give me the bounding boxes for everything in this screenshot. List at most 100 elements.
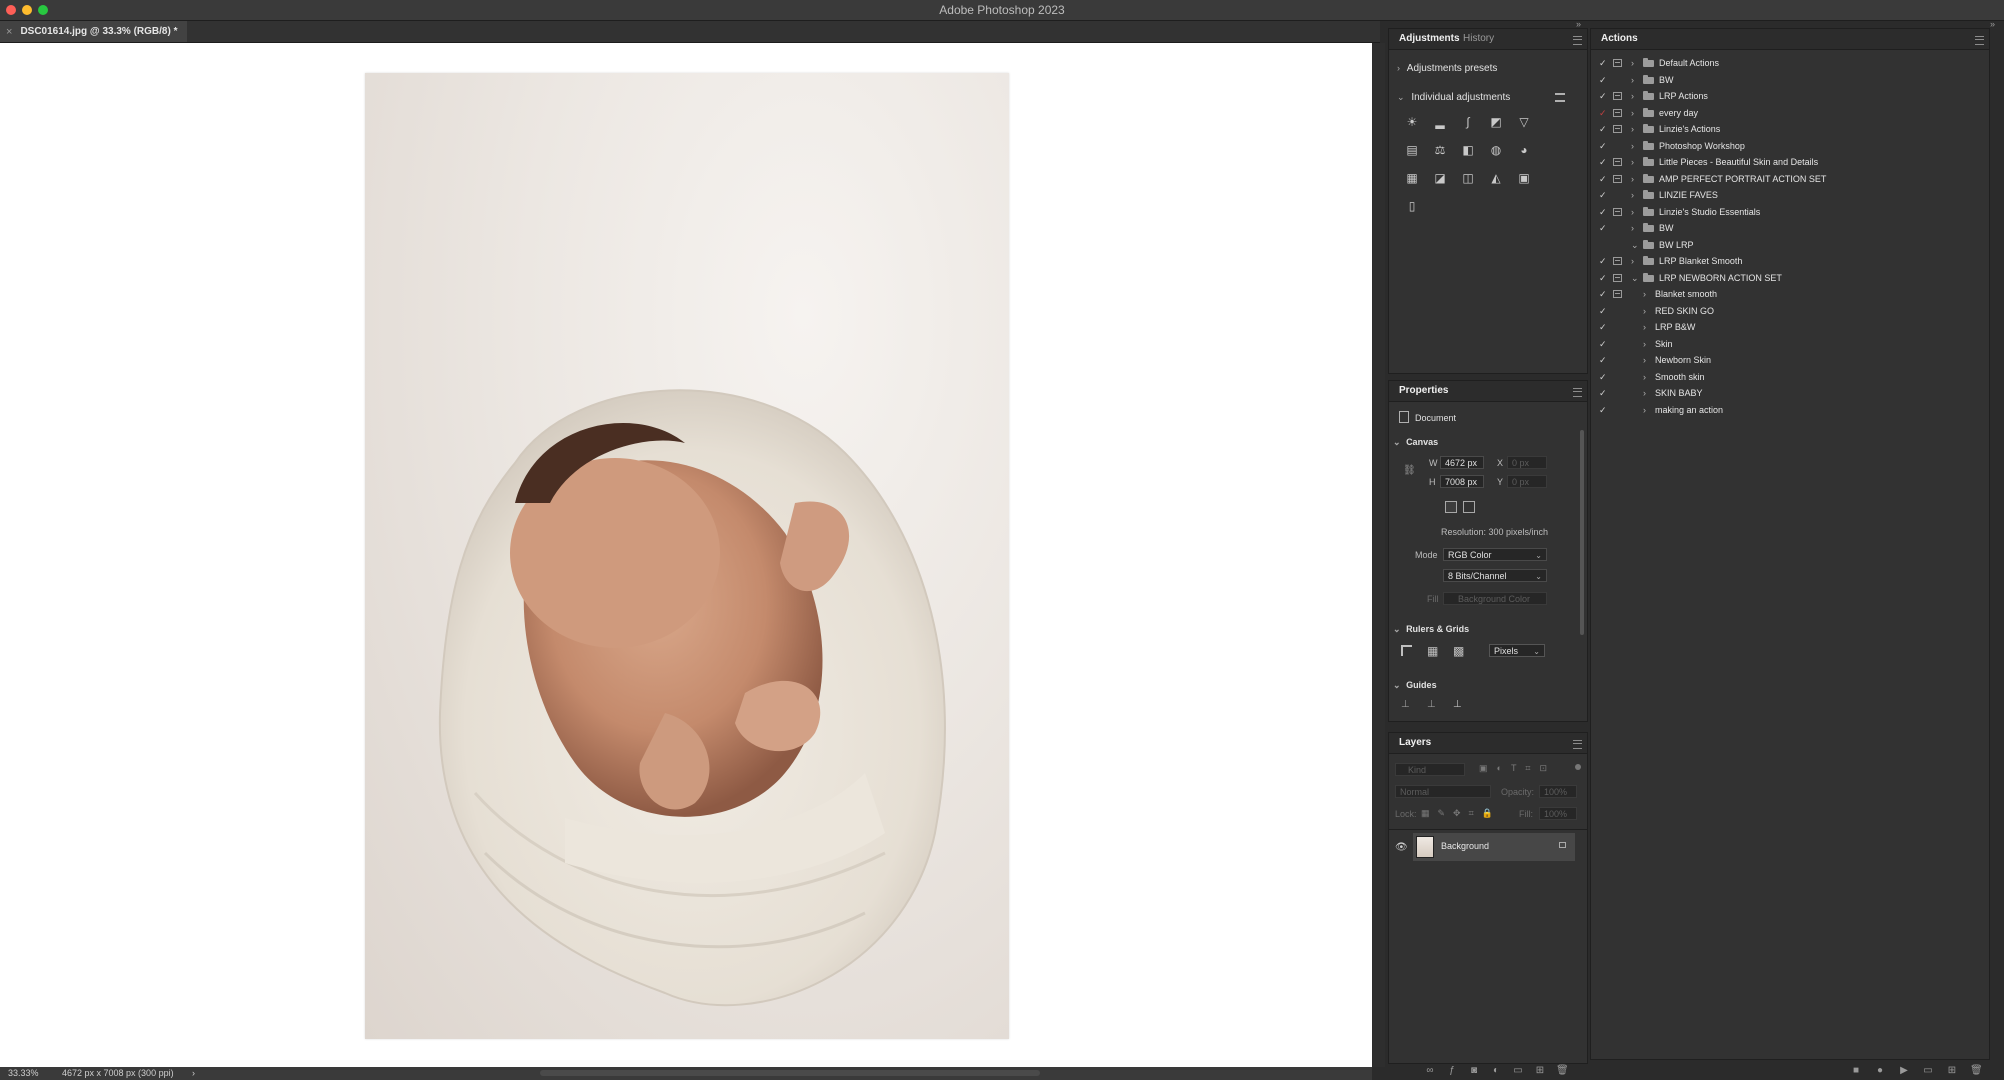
toggle-checkmark-icon[interactable]: ✓ bbox=[1599, 121, 1607, 137]
chevron-right-icon[interactable]: › bbox=[1643, 385, 1646, 401]
tab-history[interactable]: History bbox=[1457, 29, 1500, 49]
curves-icon[interactable]: ∫ bbox=[1461, 115, 1475, 129]
height-field[interactable]: 7008 px bbox=[1440, 475, 1484, 488]
dialog-toggle-icon[interactable] bbox=[1613, 108, 1622, 117]
layer-visibility-eye-icon[interactable]: 👁 bbox=[1395, 842, 1408, 853]
dialog-toggle-icon[interactable] bbox=[1613, 125, 1622, 133]
stop-icon[interactable]: ■ bbox=[1850, 1066, 1862, 1076]
actions-title[interactable]: Actions bbox=[1595, 29, 1644, 49]
rulers-grids-section-header[interactable]: ⌄ Rulers & Grids bbox=[1393, 624, 1469, 635]
document-tab[interactable]: × DSC01614.jpg @ 33.3% (RGB/8) * bbox=[0, 21, 188, 42]
action-set-row[interactable]: ✓ › BW bbox=[1591, 72, 1987, 88]
dialog-toggle-icon[interactable] bbox=[1613, 207, 1622, 216]
action-row[interactable]: ✓ › RED SKIN GO bbox=[1591, 303, 1987, 319]
close-tab-icon[interactable]: × bbox=[6, 26, 12, 38]
threshold-icon[interactable]: ◭ bbox=[1489, 171, 1503, 185]
chevron-right-icon[interactable]: › bbox=[1631, 55, 1634, 71]
action-set-row[interactable]: ✓ › Linzie's Studio Essentials bbox=[1591, 204, 1987, 220]
toggle-checkmark-icon[interactable]: ✓ bbox=[1599, 303, 1607, 319]
lock-icons[interactable]: ▦✎✥⌗🔒 bbox=[1421, 808, 1501, 819]
opacity-field[interactable]: 100% bbox=[1539, 785, 1577, 798]
toggle-checkmark-icon[interactable]: ✓ bbox=[1599, 55, 1607, 71]
panel-menu-icon[interactable] bbox=[1573, 36, 1582, 45]
action-set-row[interactable]: ✓ › every day bbox=[1591, 105, 1987, 121]
color-lookup-icon[interactable]: ▦ bbox=[1405, 171, 1419, 185]
chevron-right-icon[interactable]: › bbox=[1631, 72, 1634, 88]
guide-layout-icon[interactable]: ⊥ bbox=[1453, 699, 1462, 710]
chevron-right-icon[interactable]: › bbox=[1643, 336, 1646, 352]
new-set-folder-icon[interactable]: ▭ bbox=[1922, 1066, 1934, 1076]
layer-kind-filter[interactable]: Kind bbox=[1395, 763, 1465, 776]
toggle-checkmark-icon[interactable]: ✓ bbox=[1599, 154, 1607, 170]
canvas-section-header[interactable]: ⌄ Canvas bbox=[1393, 437, 1438, 448]
zoom-level[interactable]: 33.33% bbox=[8, 1068, 39, 1078]
action-set-row[interactable]: ✓ › Linzie's Actions bbox=[1591, 121, 1987, 137]
document-image[interactable] bbox=[365, 73, 1009, 1039]
list-view-icon[interactable] bbox=[1555, 93, 1565, 102]
trash-icon[interactable]: 🗑 bbox=[1970, 1066, 1983, 1076]
portrait-orientation-icon[interactable] bbox=[1445, 501, 1457, 513]
action-set-row[interactable]: ✓ › LRP Blanket Smooth bbox=[1591, 253, 1987, 269]
layers-title[interactable]: Layers bbox=[1393, 733, 1437, 753]
action-set-row[interactable]: ⌄ BW LRP bbox=[1591, 237, 1987, 253]
layer-row-background[interactable]: Background bbox=[1413, 833, 1575, 861]
action-row[interactable]: ✓ › SKIN BABY bbox=[1591, 385, 1987, 401]
chevron-right-icon[interactable]: › bbox=[1643, 319, 1646, 335]
collapse-panels-icon[interactable]: » bbox=[1576, 19, 1581, 29]
adjustments-presets-row[interactable]: › Adjustments presets bbox=[1397, 63, 1497, 74]
fill-select[interactable]: Background Color bbox=[1443, 592, 1547, 605]
toggle-checkmark-icon[interactable]: ✓ bbox=[1599, 319, 1607, 335]
action-row[interactable]: ✓ › Skin bbox=[1591, 336, 1987, 352]
layer-name[interactable]: Background bbox=[1441, 841, 1489, 851]
landscape-orientation-icon[interactable] bbox=[1463, 501, 1475, 513]
toggle-checkmark-icon[interactable]: ✓ bbox=[1599, 402, 1607, 418]
black-white-icon[interactable]: ◧ bbox=[1461, 143, 1475, 157]
canvas-area[interactable] bbox=[0, 43, 1372, 1067]
x-field[interactable]: 0 px bbox=[1507, 456, 1547, 469]
dialog-toggle-icon[interactable] bbox=[1613, 158, 1622, 166]
panel-menu-icon[interactable] bbox=[1573, 388, 1582, 397]
chevron-right-icon[interactable]: › bbox=[1643, 286, 1646, 302]
exposure-icon[interactable]: ◩ bbox=[1489, 115, 1503, 129]
pixel-grid-icon[interactable]: ▩ bbox=[1453, 645, 1464, 657]
play-icon[interactable]: ▶ bbox=[1898, 1066, 1910, 1076]
action-set-row[interactable]: ✓ › Little Pieces - Beautiful Skin and Det… bbox=[1591, 154, 1987, 170]
dialog-toggle-icon[interactable] bbox=[1613, 290, 1622, 298]
toggle-checkmark-icon[interactable]: ✓ bbox=[1599, 72, 1607, 88]
adjustment-layer-icon[interactable]: ◐ bbox=[1490, 1066, 1502, 1076]
filter-toggle-icon[interactable] bbox=[1575, 764, 1581, 770]
chevron-down-icon[interactable]: ⌄ bbox=[1631, 270, 1639, 286]
chevron-right-icon[interactable]: › bbox=[1631, 171, 1634, 187]
tab-adjustments[interactable]: Adjustments bbox=[1393, 29, 1466, 49]
chevron-right-icon[interactable]: › bbox=[1631, 204, 1634, 220]
chevron-right-icon[interactable]: › bbox=[1631, 121, 1634, 137]
action-row[interactable]: ✓ › LRP B&W bbox=[1591, 319, 1987, 335]
panel-menu-icon[interactable] bbox=[1975, 36, 1984, 45]
action-row[interactable]: ✓ › Blanket smooth bbox=[1591, 286, 1987, 302]
action-set-row[interactable]: ✓ › LRP Actions bbox=[1591, 88, 1987, 104]
properties-scrollbar[interactable] bbox=[1580, 430, 1584, 635]
channel-mixer-icon[interactable]: ◕ bbox=[1517, 143, 1531, 157]
toggle-checkmark-icon[interactable]: ✓ bbox=[1599, 286, 1607, 302]
color-balance-icon[interactable]: ⚖ bbox=[1433, 143, 1447, 157]
chevron-right-icon[interactable]: › bbox=[1631, 88, 1634, 104]
toggle-checkmark-icon[interactable]: ✓ bbox=[1599, 270, 1607, 286]
bit-depth-select[interactable]: 8 Bits/Channel ⌄ bbox=[1443, 569, 1547, 582]
chevron-right-icon[interactable]: › bbox=[1631, 138, 1634, 154]
ruler-units-select[interactable]: Pixels ⌄ bbox=[1489, 644, 1545, 657]
guides-section-header[interactable]: ⌄ Guides bbox=[1393, 680, 1437, 691]
photo-filter-icon[interactable]: ◍ bbox=[1489, 143, 1503, 157]
new-layer-icon[interactable]: ⊞ bbox=[1534, 1066, 1546, 1076]
action-row[interactable]: ✓ › Smooth skin bbox=[1591, 369, 1987, 385]
toggle-checkmark-icon[interactable]: ✓ bbox=[1599, 385, 1607, 401]
individual-adjustments-row[interactable]: ⌄ Individual adjustments bbox=[1397, 92, 1510, 103]
new-action-icon[interactable]: ⊞ bbox=[1946, 1066, 1958, 1076]
layer-mask-icon[interactable]: ◙ bbox=[1468, 1066, 1480, 1076]
vibrance-icon[interactable]: ▽ bbox=[1517, 115, 1531, 129]
selective-color-icon[interactable]: ▣ bbox=[1517, 171, 1531, 185]
hue-saturation-icon[interactable]: ▤ bbox=[1405, 143, 1419, 157]
chevron-right-icon[interactable]: › bbox=[1631, 220, 1634, 236]
chevron-right-icon[interactable]: › bbox=[1643, 352, 1646, 368]
status-arrow-icon[interactable]: › bbox=[192, 1068, 195, 1078]
ruler-icon[interactable] bbox=[1401, 645, 1412, 656]
